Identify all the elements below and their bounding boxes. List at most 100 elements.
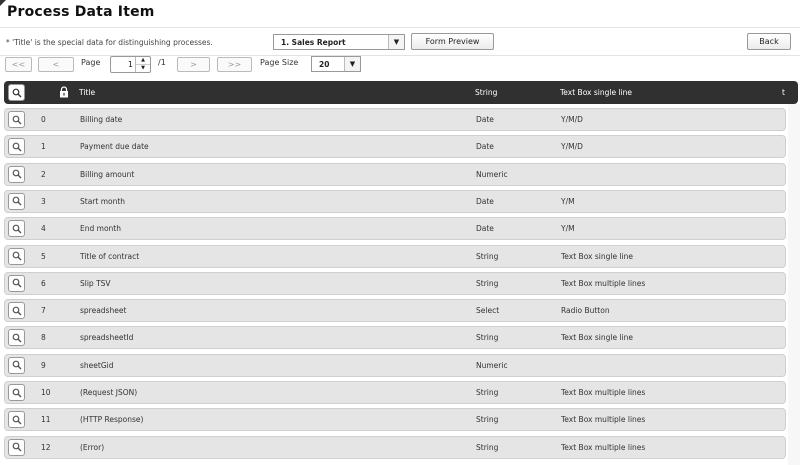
row-type: Numeric <box>476 169 508 179</box>
row-detail-button[interactable] <box>8 138 25 156</box>
row-id: 9 <box>41 360 46 370</box>
row-title: sheetGid <box>80 360 114 370</box>
table-row[interactable]: 1 Payment due date Date Y/M/D <box>4 135 786 159</box>
row-id: 7 <box>41 306 46 316</box>
prev-page-button[interactable]: < <box>38 57 74 72</box>
magnifier-icon <box>12 278 21 288</box>
row-display: Y/M/D <box>561 142 583 152</box>
table-row[interactable]: 8 spreadsheetId String Text Box single line <box>4 326 786 350</box>
row-display: Radio Button <box>561 306 610 316</box>
column-header-overflow: t <box>782 88 785 97</box>
row-detail-button[interactable] <box>8 247 25 265</box>
row-detail-button[interactable] <box>8 302 25 320</box>
next-page-button[interactable]: > <box>177 57 210 72</box>
row-id: 3 <box>41 196 46 206</box>
table-row[interactable]: 5 Title of contract String Text Box single … <box>4 244 786 268</box>
row-type: Numeric <box>476 360 508 370</box>
page-size-value: 20 <box>319 60 330 69</box>
row-type: Select <box>476 306 500 316</box>
form-preview-button[interactable]: Form Preview <box>411 33 494 50</box>
row-detail-button[interactable] <box>8 438 25 456</box>
table-row[interactable]: 2 Billing amount Numeric <box>4 162 786 186</box>
page-number-input[interactable]: 1 ▲ ▼ <box>110 56 151 73</box>
row-title: spreadsheet <box>80 306 127 316</box>
magnifier-icon <box>12 196 21 206</box>
magnifier-icon <box>12 224 21 234</box>
magnifier-icon <box>12 415 21 425</box>
row-detail-button[interactable] <box>8 356 25 374</box>
row-id: 11 <box>41 415 51 425</box>
column-header-title: Title <box>79 88 96 97</box>
table-row[interactable]: 6 Slip TSV String Text Box multiple lines <box>4 271 786 295</box>
table-row[interactable]: 10 (Request JSON) String Text Box multiple … <box>4 381 786 404</box>
row-detail-button[interactable] <box>8 411 25 429</box>
row-id: 6 <box>41 278 46 288</box>
search-all-button[interactable] <box>8 84 25 101</box>
row-title: Title of contract <box>80 251 140 261</box>
page-size-select[interactable]: 20 ▼ <box>311 56 361 72</box>
row-detail-button[interactable] <box>8 111 25 128</box>
row-type: String <box>476 278 499 288</box>
page-stepper[interactable]: ▲ ▼ <box>135 57 150 72</box>
row-type: Date <box>476 115 494 124</box>
page-total: /1 <box>158 58 166 67</box>
first-page-button[interactable]: << <box>5 57 32 72</box>
row-detail-button[interactable] <box>8 220 25 238</box>
table-header: Title String Text Box single line t <box>4 81 798 104</box>
row-detail-button[interactable] <box>8 192 25 210</box>
triangle-down-icon[interactable]: ▼ <box>388 35 404 49</box>
magnifier-icon <box>12 142 21 152</box>
row-type: String <box>476 333 499 343</box>
magnifier-icon <box>12 333 21 343</box>
row-title: Billing amount <box>80 169 135 179</box>
row-display: Text Box multiple lines <box>561 415 646 425</box>
magnifier-icon <box>12 360 21 370</box>
process-select-value: 1. Sales Report <box>281 38 346 47</box>
row-detail-button[interactable] <box>8 274 25 292</box>
table-row[interactable]: 11 (HTTP Response) String Text Box multiple… <box>4 408 786 432</box>
row-display: Y/M <box>561 224 575 234</box>
process-select[interactable]: 1. Sales Report ▼ <box>273 34 405 50</box>
row-title: End month <box>80 224 121 234</box>
row-detail-button[interactable] <box>8 329 25 347</box>
column-header-display: Text Box single line <box>560 88 633 97</box>
triangle-down-icon[interactable]: ▼ <box>344 57 360 71</box>
magnifier-icon <box>12 442 21 452</box>
row-id: 8 <box>41 333 46 343</box>
row-detail-button[interactable] <box>8 384 25 401</box>
row-display: Text Box multiple lines <box>561 442 646 452</box>
scroll-area[interactable] <box>788 104 800 465</box>
stepper-up-icon[interactable]: ▲ <box>136 57 150 65</box>
magnifier-icon <box>12 306 21 316</box>
row-title: (Error) <box>80 442 105 452</box>
row-display: Y/M/D <box>561 115 583 124</box>
back-button[interactable]: Back <box>747 33 791 50</box>
table-row[interactable]: 4 End month Date Y/M <box>4 217 786 241</box>
row-type: Date <box>476 142 494 152</box>
row-id: 0 <box>41 115 46 124</box>
table-row[interactable]: 7 spreadsheet Select Radio Button <box>4 299 786 323</box>
row-detail-button[interactable] <box>8 165 25 183</box>
last-page-button[interactable]: >> <box>217 57 252 72</box>
row-type: String <box>476 388 499 397</box>
row-type: String <box>476 251 499 261</box>
page-title: Process Data Item <box>7 4 155 20</box>
row-id: 1 <box>41 142 46 152</box>
page-label: Page <box>81 58 101 67</box>
magnifier-icon <box>12 251 21 261</box>
table-row[interactable]: 3 Start month Date Y/M <box>4 189 786 213</box>
table-row[interactable]: 9 sheetGid Numeric <box>4 353 786 377</box>
table-row[interactable]: 0 Billing date Date Y/M/D <box>4 108 786 131</box>
row-id: 4 <box>41 224 46 234</box>
row-type: Date <box>476 224 494 234</box>
row-title: Slip TSV <box>80 278 111 288</box>
row-id: 5 <box>41 251 46 261</box>
row-title: Payment due date <box>80 142 149 152</box>
magnifier-icon <box>12 388 21 397</box>
page-number-value: 1 <box>127 60 133 69</box>
row-display: Text Box multiple lines <box>561 278 646 288</box>
table-row[interactable]: 12 (Error) String Text Box multiple lines <box>4 435 786 459</box>
row-type: String <box>476 442 499 452</box>
stepper-down-icon[interactable]: ▼ <box>136 65 150 72</box>
page-size-label: Page Size <box>260 58 299 67</box>
